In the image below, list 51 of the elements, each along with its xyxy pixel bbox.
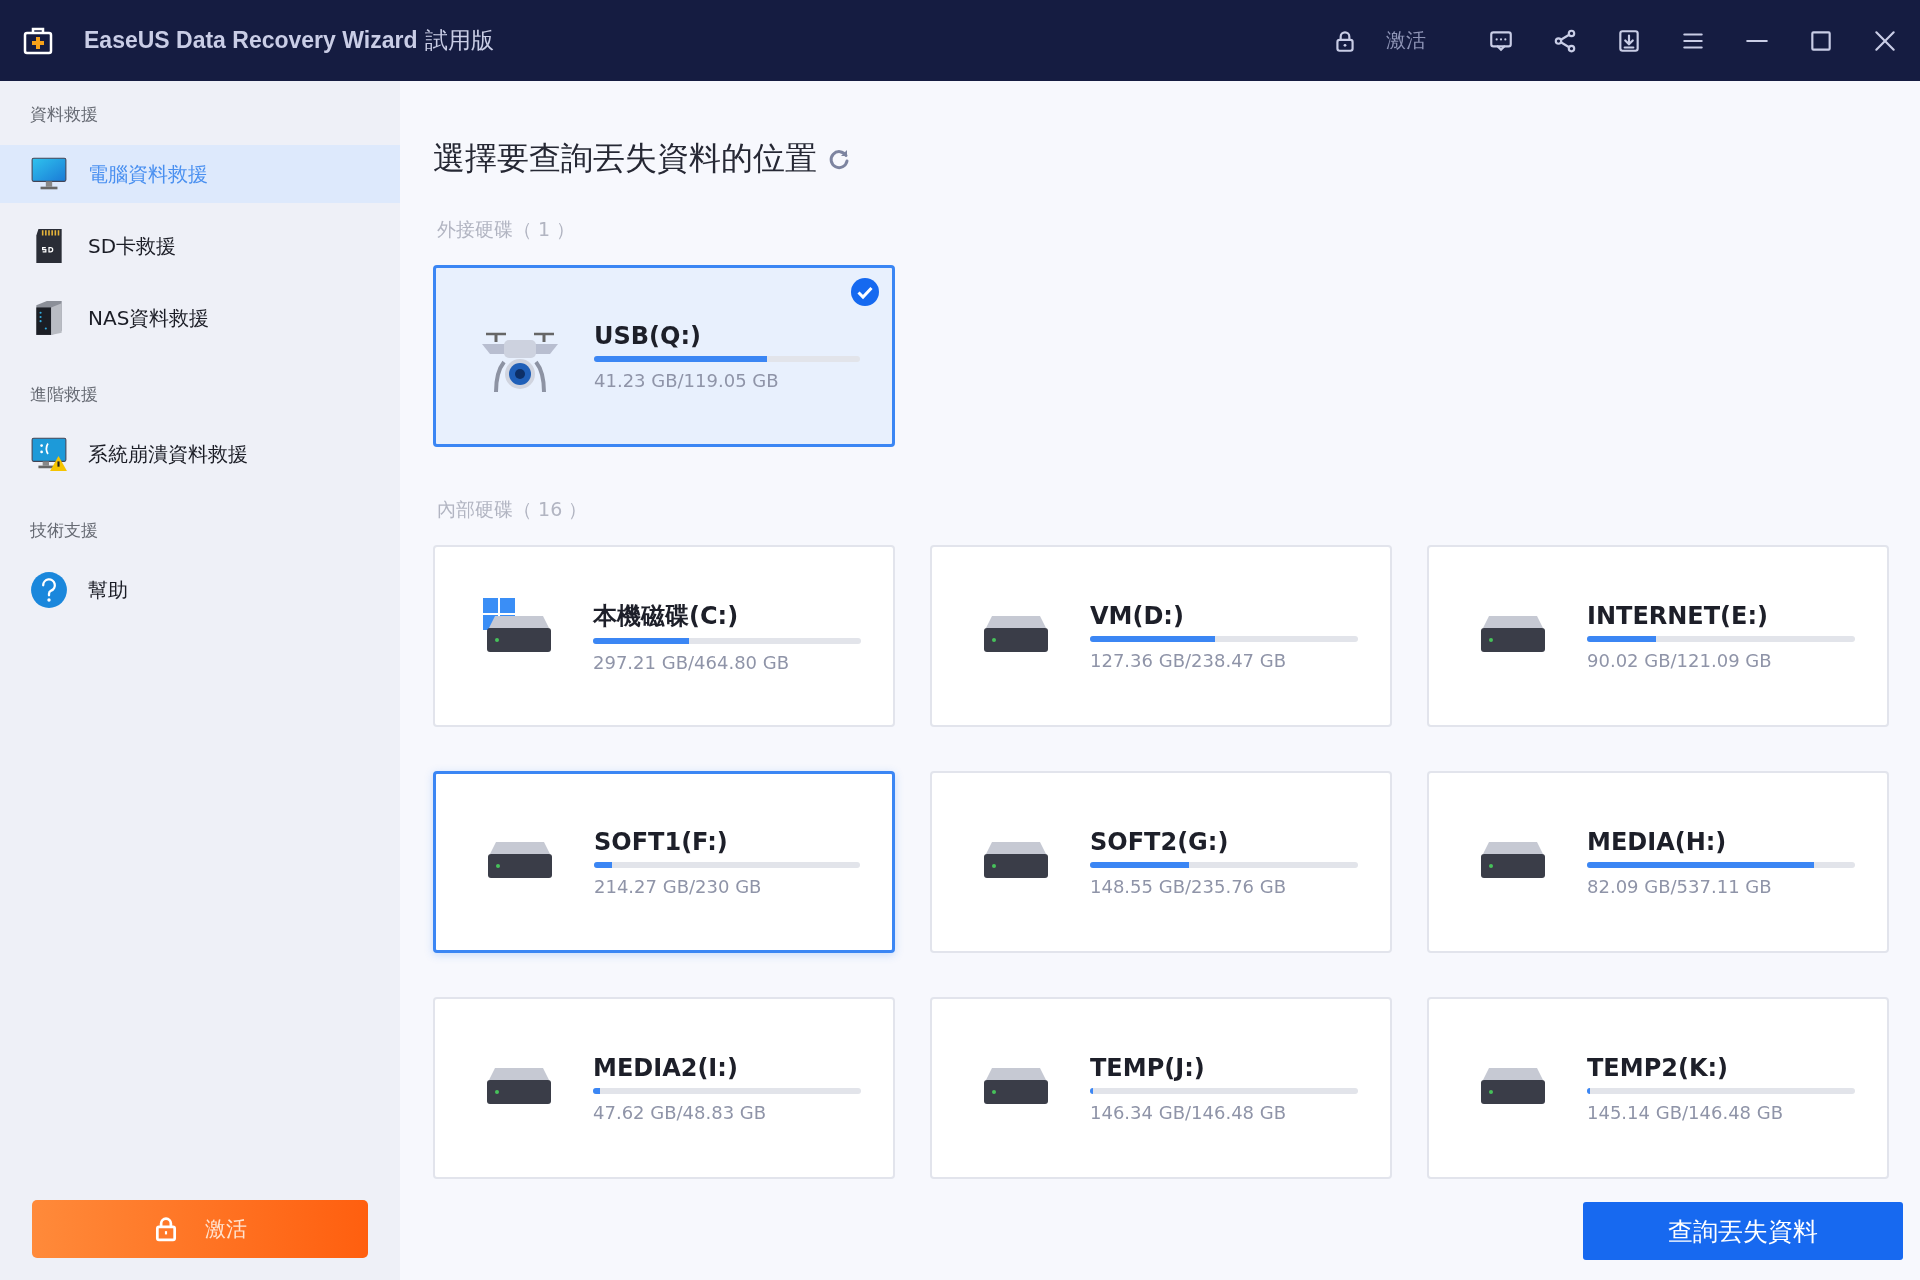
sidebar-item[interactable]: 系統崩潰資料救援 <box>0 425 400 483</box>
app-name: EaseUS Data Recovery Wizard <box>84 27 418 54</box>
drive-name: TEMP(J:) <box>1090 1053 1206 1082</box>
drive-size: 297.21 GB/464.80 GB <box>593 651 791 673</box>
download-icon[interactable] <box>1616 27 1642 54</box>
scan-button[interactable]: 查詢丟失資料 <box>1583 1202 1903 1260</box>
drive-card[interactable]: USB(Q:) 41.23 GB/119.05 GB <box>433 265 895 447</box>
drive-name: SOFT1(F:) <box>594 827 729 856</box>
drive-card[interactable]: INTERNET(E:) 90.02 GB/121.09 GB <box>1427 545 1889 727</box>
drive-card[interactable]: SOFT2(G:) 148.55 GB/235.76 GB <box>930 771 1392 953</box>
drive-card[interactable]: MEDIA(H:) 82.09 GB/537.11 GB <box>1427 771 1889 953</box>
lock-icon <box>153 1216 179 1242</box>
drive-size: 214.27 GB/230 GB <box>594 875 763 897</box>
page-heading: 選擇要查詢丟失資料的位置 <box>433 138 817 179</box>
drive-card[interactable]: SOFT1(F:) 214.27 GB/230 GB <box>433 771 895 953</box>
drive-size: 82.09 GB/537.11 GB <box>1587 875 1773 897</box>
share-icon[interactable] <box>1552 27 1578 54</box>
drive-name: MEDIA2(I:) <box>593 1053 739 1082</box>
sidebar-item[interactable]: 幫助 <box>0 561 400 619</box>
section-label: 進階救援 <box>29 383 99 401</box>
drive-size: 148.55 GB/235.76 GB <box>1090 875 1288 897</box>
drive-size: 90.02 GB/121.09 GB <box>1587 649 1773 671</box>
drive-size: 41.23 GB/119.05 GB <box>594 369 780 391</box>
drive-card[interactable]: VM(D:) 127.36 GB/238.47 GB <box>930 545 1392 727</box>
sidebar-item[interactable]: SD卡救援 <box>0 217 400 275</box>
edition-label: 試用版 <box>425 26 495 55</box>
drive-name: VM(D:) <box>1090 601 1185 630</box>
refresh-icon[interactable] <box>827 147 851 171</box>
drive-name: USB(Q:) <box>594 321 702 350</box>
drive-name: SOFT2(G:) <box>1090 827 1230 856</box>
help-icon <box>30 571 68 609</box>
drive-size: 146.34 GB/146.48 GB <box>1090 1101 1288 1123</box>
crash-monitor-icon <box>30 435 68 473</box>
drive-card[interactable]: TEMP(J:) 146.34 GB/146.48 GB <box>930 997 1392 1179</box>
drive-name: INTERNET(E:) <box>1587 601 1770 630</box>
checkmark-icon <box>851 278 879 306</box>
drive-card[interactable]: TEMP2(K:) 145.14 GB/146.48 GB <box>1427 997 1889 1179</box>
section-label: 技術支援 <box>29 519 99 537</box>
activate-button[interactable]: 激活 <box>1332 27 1426 54</box>
sidebar-item[interactable]: NAS資料救援 <box>0 289 400 347</box>
drive-name: TEMP2(K:) <box>1587 1053 1730 1082</box>
drive-name: 本機磁碟(C:) <box>593 600 740 632</box>
group-label: 外接硬碟（ 1 ） <box>437 217 577 242</box>
drive-card[interactable]: MEDIA2(I:) 47.62 GB/48.83 GB <box>433 997 895 1179</box>
section-label: 資料救援 <box>29 103 99 121</box>
drive-size: 145.14 GB/146.48 GB <box>1587 1101 1785 1123</box>
drive-name: MEDIA(H:) <box>1587 827 1728 856</box>
group-label: 內部硬碟（ 16 ） <box>437 497 589 522</box>
drive-card[interactable]: 本機磁碟(C:) 297.21 GB/464.80 GB <box>433 545 895 727</box>
drive-size: 47.62 GB/48.83 GB <box>593 1101 768 1123</box>
drive-size: 127.36 GB/238.47 GB <box>1090 649 1288 671</box>
